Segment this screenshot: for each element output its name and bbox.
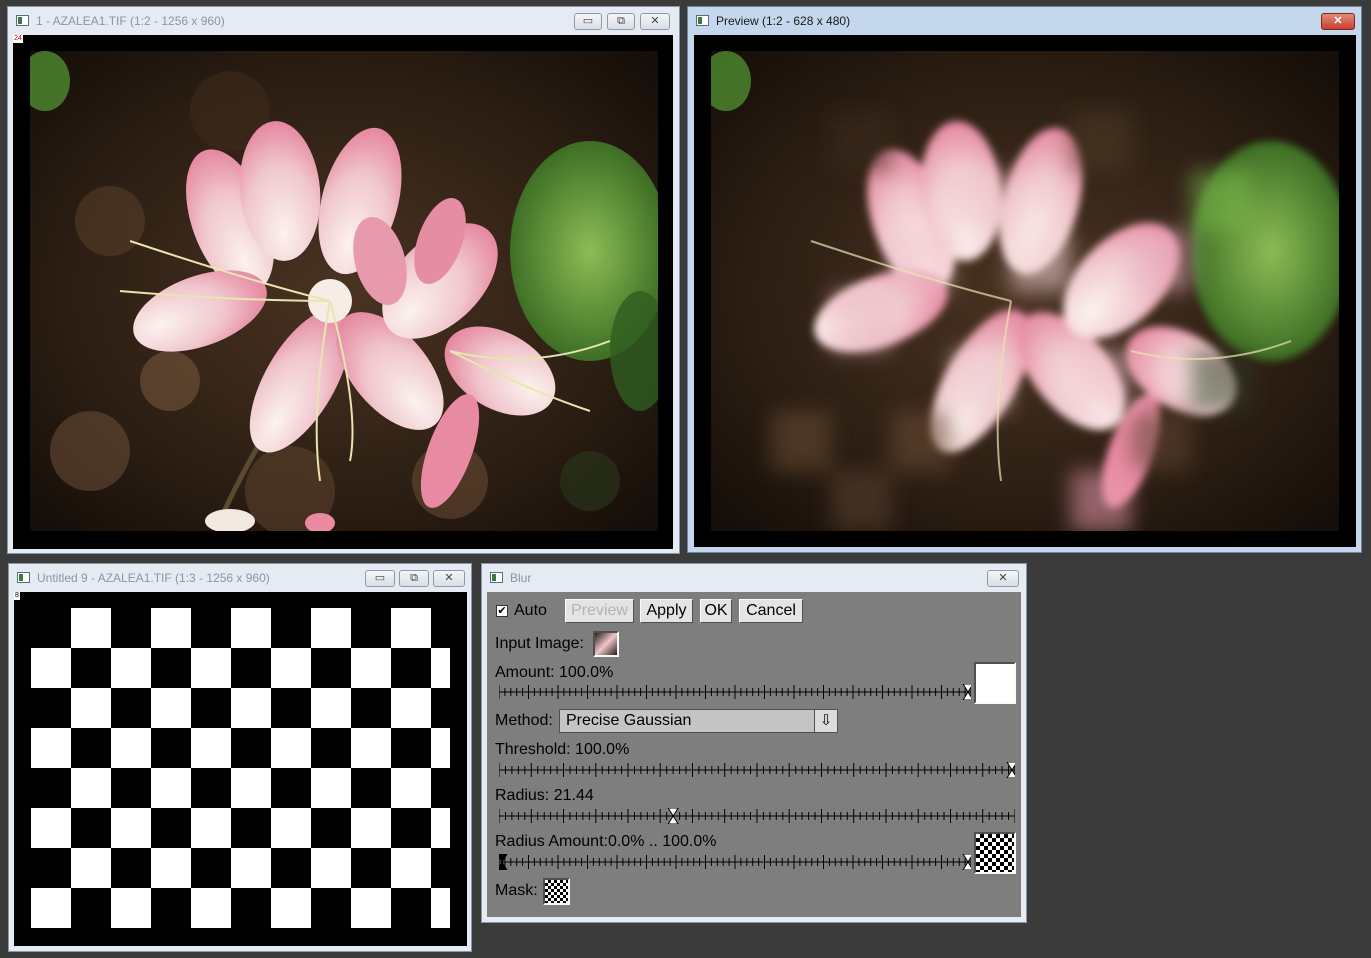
window-title: Blur xyxy=(510,571,532,585)
titlebar[interactable]: Untitled 9 - AZALEA1.TIF (1:3 - 1256 x 9… xyxy=(9,564,471,592)
minimize-button[interactable]: ▭ xyxy=(574,13,602,30)
window-title: 1 - AZALEA1.TIF (1:2 - 1256 x 960) xyxy=(36,14,225,28)
amount-label: Amount: 100.0% xyxy=(495,664,614,681)
window-preview: Preview (1:2 - 628 x 480) ✕ xyxy=(687,6,1362,553)
dialog-window-icon xyxy=(490,572,503,583)
close-button[interactable]: ✕ xyxy=(1321,13,1355,30)
amount-swatch[interactable] xyxy=(974,662,1016,704)
preview-canvas[interactable] xyxy=(694,35,1356,547)
threshold-label: Threshold: 100.0% xyxy=(495,741,630,758)
radius-amount-checker-swatch[interactable] xyxy=(974,832,1016,874)
ok-button[interactable]: OK xyxy=(700,599,732,623)
preview-photo-art xyxy=(711,51,1339,531)
titlebar[interactable]: 1 - AZALEA1.TIF (1:2 - 1256 x 960) ▭ ⧉ ✕ xyxy=(8,7,679,35)
dropdown-arrow-icon[interactable]: ⇩ xyxy=(814,710,837,732)
input-image-thumbnail[interactable] xyxy=(593,631,619,657)
radius-amount-slider[interactable] xyxy=(499,854,971,870)
input-image-label: Input Image: xyxy=(495,635,584,652)
radius-label: Radius: 21.44 xyxy=(495,787,594,804)
maximize-button[interactable]: ⧉ xyxy=(607,13,635,30)
titlebar[interactable]: Preview (1:2 - 628 x 480) ✕ xyxy=(688,7,1361,35)
blur-dialog-panel: ✔ Auto Preview Apply OK Cancel Input Ima… xyxy=(487,592,1021,917)
apply-button[interactable]: Apply xyxy=(640,599,693,623)
image-canvas[interactable]: 24 xyxy=(13,35,673,549)
method-dropdown[interactable]: Precise Gaussian ⇩ xyxy=(559,709,838,733)
radius-amount-label: Radius Amount:0.0% .. 100.0% xyxy=(495,833,717,850)
checkerboard-image[interactable] xyxy=(31,608,450,928)
bit-depth-badge: 8 xyxy=(14,592,20,600)
checker-canvas[interactable]: 8 xyxy=(14,592,467,946)
method-value: Precise Gaussian xyxy=(566,712,692,729)
preview-button[interactable]: Preview xyxy=(565,599,634,623)
window-title: Untitled 9 - AZALEA1.TIF (1:3 - 1256 x 9… xyxy=(37,571,270,585)
checkerboard-art xyxy=(31,608,450,928)
cancel-button[interactable]: Cancel xyxy=(739,599,803,623)
close-button[interactable]: ✕ xyxy=(987,570,1019,587)
azalea-photo-art xyxy=(30,51,658,531)
mask-label: Mask: xyxy=(495,882,538,899)
window-blur-dialog: Blur ✕ ✔ Auto Preview Apply OK Cancel In… xyxy=(481,563,1027,923)
preview-photo[interactable] xyxy=(711,51,1339,531)
bit-depth-badge: 24 xyxy=(13,35,23,43)
window-checker-mask: Untitled 9 - AZALEA1.TIF (1:3 - 1256 x 9… xyxy=(8,563,472,952)
auto-checkbox[interactable]: ✔ xyxy=(496,605,508,617)
close-button[interactable]: ✕ xyxy=(640,13,670,30)
mask-thumbnail[interactable] xyxy=(543,878,570,905)
minimize-button[interactable]: ▭ xyxy=(365,570,395,587)
image-window-icon xyxy=(16,15,29,26)
radius-slider[interactable] xyxy=(499,808,1015,824)
image-window-icon xyxy=(696,15,709,26)
amount-slider[interactable] xyxy=(499,684,971,700)
method-label: Method: xyxy=(495,712,553,729)
maximize-button[interactable]: ⧉ xyxy=(399,570,429,587)
close-button[interactable]: ✕ xyxy=(433,570,465,587)
window-title: Preview (1:2 - 628 x 480) xyxy=(716,14,851,28)
window-original-image: 1 - AZALEA1.TIF (1:2 - 1256 x 960) ▭ ⧉ ✕… xyxy=(7,6,680,554)
threshold-slider[interactable] xyxy=(499,762,1015,778)
azalea-photo[interactable] xyxy=(30,51,658,531)
image-window-icon xyxy=(17,572,30,583)
auto-label: Auto xyxy=(514,602,547,619)
titlebar[interactable]: Blur ✕ xyxy=(482,564,1026,592)
